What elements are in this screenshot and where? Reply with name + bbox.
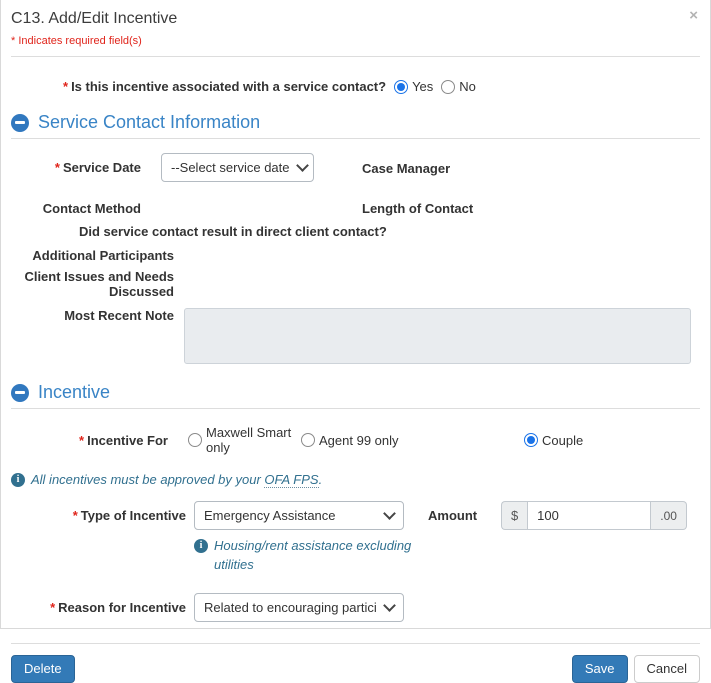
- reason-for-incentive-select[interactable]: Related to encouraging participati: [194, 593, 404, 622]
- chevron-down-icon: [296, 159, 309, 172]
- type-of-incentive-row: *Type of Incentive Emergency Assistance …: [11, 501, 700, 530]
- service-date-selected-value: --Select service date: [171, 160, 290, 175]
- radio-agent99-label: Agent 99 only: [319, 433, 399, 448]
- length-of-contact-label: Length of Contact: [362, 201, 473, 216]
- amount-cents-suffix: .00: [651, 501, 687, 530]
- radio-maxwell-smart-only[interactable]: Maxwell Smart only: [188, 425, 301, 455]
- close-icon[interactable]: ×: [689, 8, 698, 23]
- delete-button[interactable]: Delete: [11, 655, 75, 683]
- radio-yes[interactable]: Yes: [394, 79, 433, 94]
- amount-input[interactable]: [527, 501, 651, 530]
- required-marker: *: [73, 508, 78, 523]
- required-fields-note: * Indicates required field(s): [11, 35, 700, 47]
- additional-participants-row: Additional Participants: [11, 248, 700, 263]
- service-contact-question-row: *Is this incentive associated with a ser…: [11, 79, 700, 94]
- collapse-section-icon[interactable]: [11, 384, 29, 402]
- service-contact-section-title: Service Contact Information: [38, 112, 260, 133]
- ofa-fps-link[interactable]: OFA FPS: [264, 472, 318, 488]
- service-date-select[interactable]: --Select service date: [161, 153, 314, 182]
- collapse-section-icon[interactable]: [11, 114, 29, 132]
- radio-maxwell-label: Maxwell Smart only: [206, 425, 301, 455]
- service-date-row: *Service Date --Select service date Case…: [11, 153, 700, 182]
- amount-dollar-prefix: $: [501, 501, 527, 530]
- section-divider: [11, 138, 700, 139]
- footer-divider: [11, 643, 700, 644]
- cancel-button[interactable]: Cancel: [634, 655, 700, 683]
- amount-label: Amount: [428, 508, 477, 523]
- info-icon: i: [194, 539, 208, 553]
- reason-for-incentive-label: *Reason for Incentive: [11, 600, 186, 615]
- most-recent-note-field: [184, 308, 691, 364]
- radio-unselected-icon[interactable]: [188, 433, 202, 447]
- service-date-label: *Service Date: [11, 160, 141, 175]
- contact-method-row: Contact Method Length of Contact: [11, 201, 700, 216]
- service-contact-section-header: Service Contact Information: [11, 112, 700, 133]
- type-of-incentive-hint: i Housing/rent assistance excluding util…: [194, 537, 430, 575]
- type-of-incentive-label: *Type of Incentive: [11, 508, 186, 523]
- direct-client-contact-row: Did service contact result in direct cli…: [11, 224, 700, 239]
- radio-yes-label: Yes: [412, 79, 433, 94]
- header-divider: [11, 56, 700, 57]
- additional-participants-label: Additional Participants: [11, 248, 174, 263]
- type-of-incentive-select[interactable]: Emergency Assistance: [194, 501, 404, 530]
- incentive-for-label: *Incentive For: [11, 433, 168, 448]
- radio-agent-99-only[interactable]: Agent 99 only: [301, 433, 399, 448]
- dialog-footer: Delete Save Cancel: [11, 655, 700, 683]
- most-recent-note-row: Most Recent Note: [11, 308, 700, 364]
- radio-unselected-icon[interactable]: [301, 433, 315, 447]
- reason-selected-value: Related to encouraging participati: [204, 600, 377, 615]
- required-marker: *: [79, 433, 84, 448]
- service-contact-question-label: *Is this incentive associated with a ser…: [63, 79, 386, 94]
- radio-unselected-icon[interactable]: [441, 80, 455, 94]
- incentive-section-title: Incentive: [38, 382, 110, 403]
- section-divider: [11, 408, 700, 409]
- chevron-down-icon: [383, 507, 396, 520]
- type-of-incentive-selected-value: Emergency Assistance: [204, 508, 336, 523]
- amount-input-group: $ .00: [501, 501, 687, 530]
- required-marker: *: [50, 600, 55, 615]
- radio-no[interactable]: No: [441, 79, 476, 94]
- info-icon: i: [11, 473, 25, 487]
- radio-no-label: No: [459, 79, 476, 94]
- client-issues-label: Client Issues and Needs Discussed: [11, 269, 174, 299]
- incentive-for-row: *Incentive For Maxwell Smart only Agent …: [11, 425, 700, 455]
- radio-selected-icon[interactable]: [524, 433, 538, 447]
- reason-for-incentive-row: *Reason for Incentive Related to encoura…: [11, 593, 700, 622]
- radio-selected-icon[interactable]: [394, 80, 408, 94]
- radio-couple[interactable]: Couple: [524, 433, 583, 448]
- dialog-title: C13. Add/Edit Incentive: [11, 0, 700, 28]
- contact-method-label: Contact Method: [11, 201, 141, 216]
- approval-note-text: All incentives must be approved by your …: [31, 472, 322, 487]
- incentive-section-header: Incentive: [11, 382, 700, 403]
- type-hint-text: Housing/rent assistance excluding utilit…: [214, 537, 430, 575]
- case-manager-label: Case Manager: [362, 161, 450, 176]
- save-button[interactable]: Save: [572, 655, 628, 683]
- required-marker: *: [63, 79, 68, 94]
- radio-couple-label: Couple: [542, 433, 583, 448]
- add-edit-incentive-dialog: C13. Add/Edit Incentive × * Indicates re…: [0, 0, 711, 629]
- client-issues-row: Client Issues and Needs Discussed: [11, 269, 700, 299]
- chevron-down-icon: [383, 599, 396, 612]
- approval-note: i All incentives must be approved by you…: [11, 472, 700, 487]
- required-marker: *: [55, 160, 60, 175]
- direct-client-contact-label: Did service contact result in direct cli…: [79, 224, 387, 239]
- most-recent-note-label: Most Recent Note: [11, 308, 174, 323]
